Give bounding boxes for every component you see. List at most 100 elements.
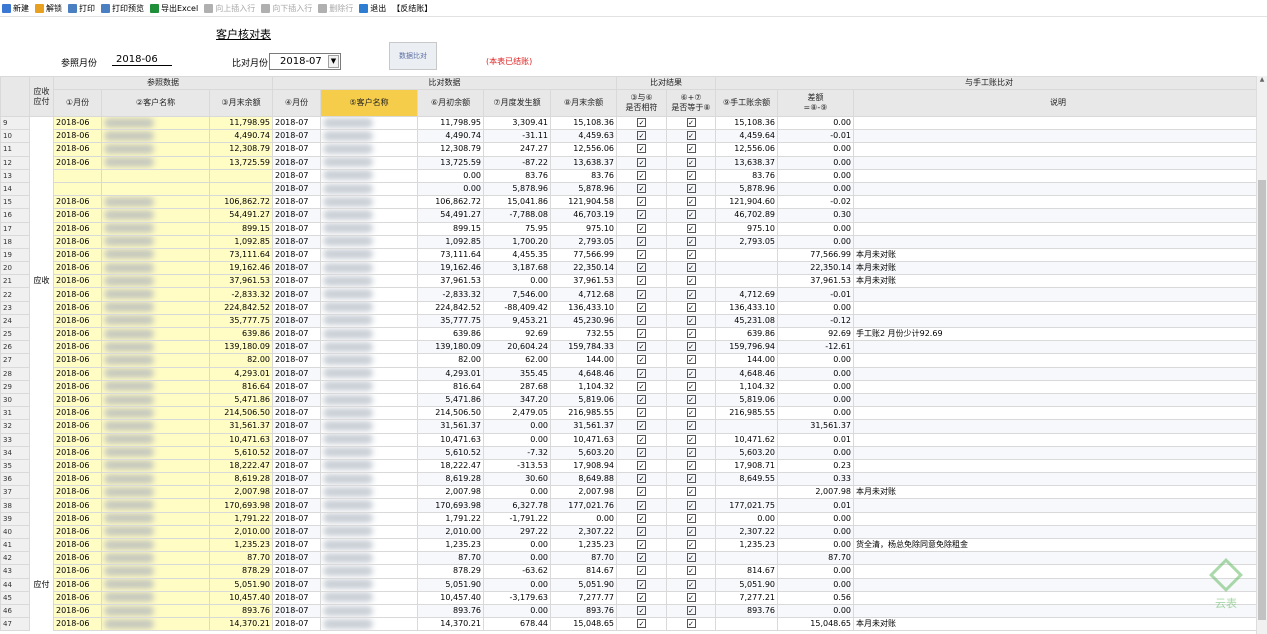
cmp-customer-cell[interactable]: [320, 181, 418, 197]
cmp-end-balance-cell[interactable]: 5,878.96: [550, 181, 617, 197]
checkbox[interactable]: ✓: [686, 592, 696, 602]
cmp-customer-cell[interactable]: [320, 274, 418, 289]
cmp-period-amount-cell[interactable]: 6,327.78: [483, 498, 551, 513]
match-check-cell[interactable]: ✓: [616, 498, 667, 513]
note-cell[interactable]: [853, 313, 1263, 329]
cmp-customer-cell[interactable]: [320, 590, 418, 605]
cmp-end-balance-cell[interactable]: 1,235.23: [550, 537, 617, 553]
cmp-period-amount-cell[interactable]: 3,309.41: [483, 115, 551, 131]
ref-customer-cell[interactable]: [101, 406, 210, 421]
difference-cell[interactable]: -0.02: [777, 195, 854, 210]
ref-month-cell[interactable]: 2018-06: [53, 221, 102, 236]
difference-cell[interactable]: 0.00: [777, 353, 854, 368]
table-row[interactable]: 20 2018-06 19,162.46 2018-07 19,162.46 3,187.…: [0, 261, 1263, 276]
cmp-end-balance-cell[interactable]: 144.00: [550, 353, 617, 368]
ref-month-cell[interactable]: 2018-06: [53, 247, 102, 263]
ref-month-cell[interactable]: 2018-06: [53, 419, 102, 434]
cmp-period-amount-cell[interactable]: -1,791.22: [483, 511, 551, 526]
difference-cell[interactable]: 0.30: [777, 208, 854, 223]
cmp-begin-balance-cell[interactable]: 1,791.22: [417, 511, 484, 526]
cmp-begin-balance-cell[interactable]: 4,293.01: [417, 366, 484, 381]
table-row[interactable]: 26 2018-06 139,180.09 2018-07 139,180.09 20,6…: [0, 340, 1263, 355]
cmp-month-cell[interactable]: 2018-07: [272, 432, 321, 447]
ref-end-balance-cell[interactable]: 18,222.47: [209, 458, 273, 474]
column-header[interactable]: ②客户名称: [101, 89, 210, 117]
cmp-period-amount-cell[interactable]: 355.45: [483, 366, 551, 381]
cmp-begin-balance-cell[interactable]: 0.00: [417, 181, 484, 197]
checkbox[interactable]: ✓: [637, 184, 646, 194]
ref-end-balance-cell[interactable]: [209, 181, 273, 197]
cmp-period-amount-cell[interactable]: -31.11: [483, 129, 551, 144]
difference-cell[interactable]: 0.00: [777, 577, 854, 592]
checkbox[interactable]: ✓: [686, 329, 696, 339]
match-check-cell[interactable]: ✓: [666, 524, 716, 540]
ref-month-cell[interactable]: 2018-06: [53, 392, 102, 408]
checkbox[interactable]: ✓: [637, 447, 646, 457]
cmp-month-cell[interactable]: 2018-07: [272, 458, 321, 474]
cmp-customer-cell[interactable]: [320, 419, 418, 434]
cmp-period-amount-cell[interactable]: 83.76: [483, 168, 551, 183]
column-header[interactable]: ⑤客户名称: [320, 89, 418, 117]
checkbox[interactable]: ✓: [637, 170, 646, 180]
note-cell[interactable]: [853, 340, 1263, 355]
checkbox[interactable]: ✓: [686, 118, 696, 128]
match-check-cell[interactable]: ✓: [616, 537, 667, 553]
ref-end-balance-cell[interactable]: 8,619.28: [209, 472, 273, 487]
ref-end-balance-cell[interactable]: 4,293.01: [209, 366, 273, 381]
difference-cell[interactable]: 0.00: [777, 168, 854, 183]
checkbox[interactable]: ✓: [686, 315, 696, 325]
checkbox[interactable]: ✓: [637, 408, 646, 418]
difference-cell[interactable]: 22,350.14: [777, 261, 854, 276]
ref-month-cell[interactable]: 2018-06: [53, 366, 102, 381]
table-row[interactable]: 42 2018-06 87.70 2018-07 87.70 0.00 87.70 ✓ ✓ 87.…: [0, 551, 1263, 566]
cmp-customer-cell[interactable]: [320, 326, 418, 342]
ref-month-cell[interactable]: 2018-06: [53, 485, 102, 500]
cmp-end-balance-cell[interactable]: 2,007.98: [550, 485, 617, 500]
vertical-scrollbar[interactable]: ▲: [1256, 76, 1267, 634]
note-cell[interactable]: [853, 353, 1263, 368]
cmp-end-balance-cell[interactable]: 17,908.94: [550, 458, 617, 474]
cmp-customer-cell[interactable]: [320, 406, 418, 421]
cmp-begin-balance-cell[interactable]: 37,961.53: [417, 274, 484, 289]
difference-cell[interactable]: 92.69: [777, 326, 854, 342]
column-header[interactable]: ⑥+⑦ 是否等于⑧: [666, 89, 716, 117]
ref-end-balance-cell[interactable]: 82.00: [209, 353, 273, 368]
cmp-customer-cell[interactable]: [320, 115, 418, 131]
difference-cell[interactable]: 77,566.99: [777, 247, 854, 263]
match-check-cell[interactable]: ✓: [666, 392, 716, 408]
cmp-begin-balance-cell[interactable]: 893.76: [417, 603, 484, 619]
cmp-begin-balance-cell[interactable]: 31,561.37: [417, 419, 484, 434]
checkbox[interactable]: ✓: [637, 329, 646, 339]
cmp-month-cell[interactable]: 2018-07: [272, 155, 321, 170]
match-check-cell[interactable]: ✓: [616, 603, 667, 619]
manual-balance-cell[interactable]: 46,702.89: [715, 208, 778, 223]
ref-month-cell[interactable]: 2018-06: [53, 326, 102, 342]
checkbox[interactable]: ✓: [686, 553, 696, 563]
difference-cell[interactable]: 0.00: [777, 406, 854, 421]
cmp-end-balance-cell[interactable]: 5,603.20: [550, 445, 617, 460]
cmp-customer-cell[interactable]: [320, 472, 418, 487]
toolbar-button-1[interactable]: 解锁: [35, 3, 62, 14]
ref-end-balance-cell[interactable]: 139,180.09: [209, 340, 273, 355]
ref-end-balance-cell[interactable]: 1,092.85: [209, 234, 273, 249]
table-row[interactable]: 30 2018-06 5,471.86 2018-07 5,471.86 347.20 5,…: [0, 392, 1263, 408]
difference-cell[interactable]: -0.01: [777, 287, 854, 302]
match-check-cell[interactable]: ✓: [666, 379, 716, 394]
cmp-month-cell[interactable]: 2018-07: [272, 274, 321, 289]
checkbox[interactable]: ✓: [686, 408, 696, 418]
cmp-customer-cell[interactable]: [320, 340, 418, 355]
manual-balance-cell[interactable]: 4,459.64: [715, 129, 778, 144]
cmp-month-cell[interactable]: 2018-07: [272, 551, 321, 566]
match-check-cell[interactable]: ✓: [666, 261, 716, 276]
checkbox[interactable]: ✓: [686, 289, 696, 299]
manual-balance-cell[interactable]: 15,108.36: [715, 115, 778, 131]
checkbox[interactable]: ✓: [686, 276, 696, 286]
cmp-end-balance-cell[interactable]: 87.70: [550, 551, 617, 566]
cmp-month-cell[interactable]: 2018-07: [272, 129, 321, 144]
checkbox[interactable]: ✓: [637, 315, 646, 325]
ref-month-cell[interactable]: 2018-06: [53, 300, 102, 315]
cmp-period-amount-cell[interactable]: -63.62: [483, 564, 551, 579]
manual-balance-cell[interactable]: 177,021.75: [715, 498, 778, 513]
table-row[interactable]: 44 应付 2018-06 5,051.90 2018-07 5,051.90 0.00 5,…: [0, 577, 1263, 592]
match-check-cell[interactable]: ✓: [666, 485, 716, 500]
